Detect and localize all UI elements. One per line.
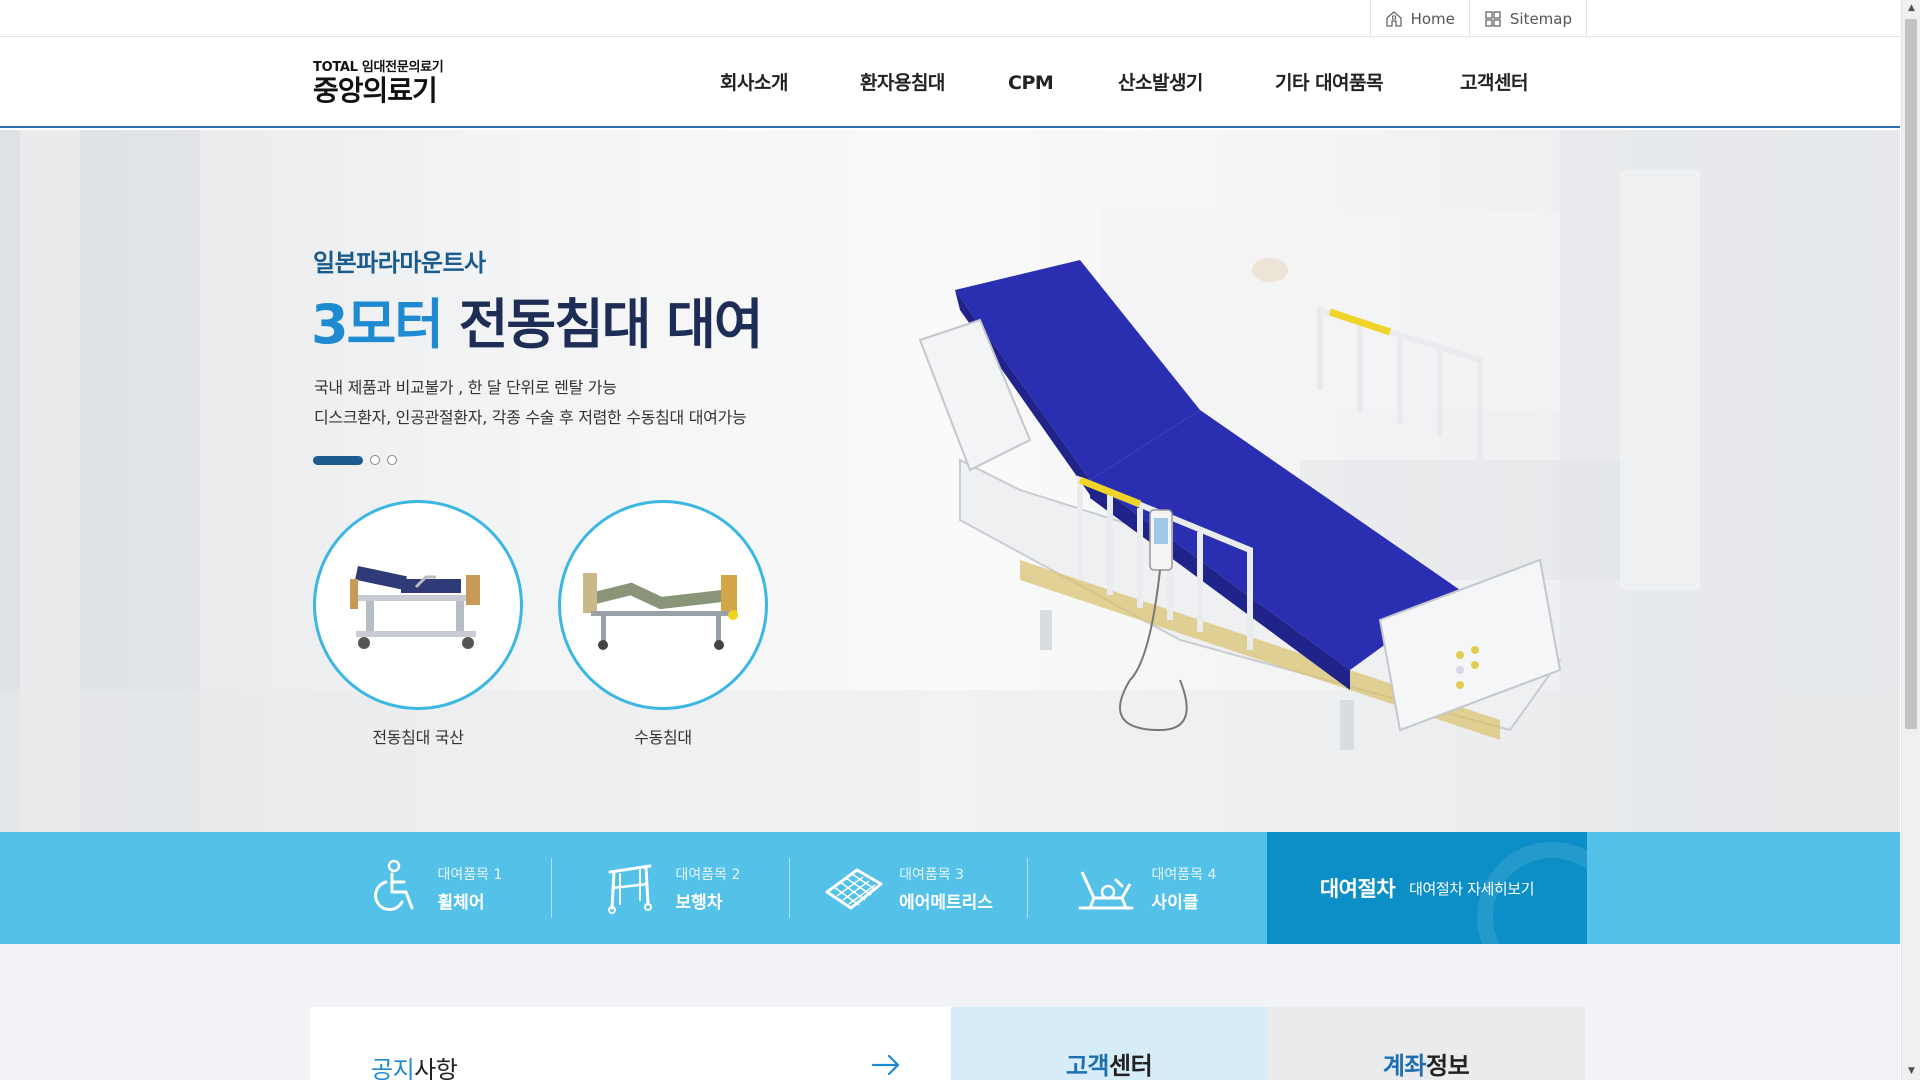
bank-info-box[interactable]: 계좌정보 xyxy=(1267,1007,1585,1080)
customer-center-box[interactable]: 고객센터 xyxy=(951,1007,1267,1080)
site-logo[interactable]: TOTAL 임대전문의료기 중앙의료기 xyxy=(313,56,444,107)
home-icon xyxy=(1385,10,1402,27)
hero-title-accent: 3모터 xyxy=(311,293,444,356)
nav-item-customer-center[interactable]: 고객센터 xyxy=(1460,38,1560,128)
rental-procedure-button[interactable]: 대여절차 대여절차 자세히보기 xyxy=(1267,832,1587,944)
main-nav: 회사소개 환자용침대 CPM 산소발생기 기타 대여품목 고객센터 xyxy=(720,38,1560,128)
rental-item-cycle[interactable]: 대여품목 4 사이클 xyxy=(1027,832,1265,944)
hero-title: 3모터 전동침대 대여 xyxy=(311,280,764,359)
home-link-label: Home xyxy=(1410,9,1455,28)
rental-item-4-number: 대여품목 4 xyxy=(1151,866,1217,883)
rental-item-3-name: 에어메트리스 xyxy=(899,892,993,913)
slide-dot-2[interactable] xyxy=(370,455,380,465)
arrow-right-icon[interactable] xyxy=(871,1053,901,1077)
rental-item-walker[interactable]: 대여품목 2 보행차 xyxy=(551,832,789,944)
rental-item-2-name: 보행차 xyxy=(675,892,723,913)
slide-dot-1[interactable] xyxy=(313,455,363,465)
slide-pagination xyxy=(313,455,397,465)
scroll-down-icon[interactable]: ▼ xyxy=(1902,1063,1920,1080)
notice-title-accent: 공지 xyxy=(371,1056,415,1080)
utility-links: Home Sitemap xyxy=(1369,0,1587,37)
hero-title-rest: 전동침대 대여 xyxy=(441,293,764,356)
nav-item-oxygen[interactable]: 산소발생기 xyxy=(1118,38,1275,128)
bank-info-title: 계좌정보 xyxy=(1267,1046,1585,1080)
walker-icon xyxy=(607,864,652,914)
scrollbar-thumb[interactable] xyxy=(1905,19,1917,729)
procedure-detail-link[interactable]: 대여절차 자세히보기 xyxy=(1409,878,1534,899)
site-header: TOTAL 임대전문의료기 중앙의료기 회사소개 환자용침대 CPM 산소발생기… xyxy=(0,38,1900,128)
nav-item-company[interactable]: 회사소개 xyxy=(720,38,860,128)
nav-item-patient-bed[interactable]: 환자용침대 xyxy=(860,38,1008,128)
sitemap-link-label: Sitemap xyxy=(1509,9,1572,28)
sitemap-link[interactable]: Sitemap xyxy=(1470,0,1587,37)
hero-subtitle: 일본파라마운트사 xyxy=(313,249,486,277)
bank-title-rest: 정보 xyxy=(1426,1052,1470,1080)
hero-desc-line-2: 디스크환자, 인공관절환자, 각종 수술 후 저렴한 수동침대 대여가능 xyxy=(314,408,747,427)
procedure-title: 대여절차 xyxy=(1319,877,1396,901)
rental-item-1-number: 대여품목 1 xyxy=(437,866,503,883)
slide-dot-3[interactable] xyxy=(387,455,397,465)
thumb-electric-bed-circle xyxy=(313,500,523,710)
rental-item-1-name: 휠체어 xyxy=(437,892,485,913)
nav-item-cpm[interactable]: CPM xyxy=(1008,38,1118,128)
page-scrollbar[interactable]: ▲ ▼ xyxy=(1901,0,1920,1080)
rental-item-4-name: 사이클 xyxy=(1151,892,1199,913)
thumb-manual-bed[interactable]: 수동침대 xyxy=(558,500,768,748)
rental-items-band: 대여품목 1 휠체어 대여품목 2 보행차 대여품목 3 에어메트리스 대여품목… xyxy=(0,832,1900,944)
rental-item-3-number: 대여품목 3 xyxy=(899,866,964,883)
wheelchair-icon xyxy=(373,859,414,912)
logo-tagline: TOTAL 임대전문의료기 xyxy=(313,60,444,75)
home-link[interactable]: Home xyxy=(1371,0,1470,37)
thumb-manual-bed-label: 수동침대 xyxy=(634,728,692,747)
bottom-section: 공지사항 고객센터 계좌정보 xyxy=(0,944,1900,1080)
hero-bed-image xyxy=(918,260,1562,750)
manual-bed-image xyxy=(583,573,738,650)
thumb-electric-bed[interactable]: 전동침대 국산 xyxy=(313,500,523,748)
rental-item-wheelchair[interactable]: 대여품목 1 휠체어 xyxy=(313,832,551,944)
cs-title-rest: 센터 xyxy=(1109,1052,1153,1080)
cs-title-accent: 고객 xyxy=(1065,1052,1110,1080)
page: Home Sitemap TOTAL 임대전문의료기 중앙의료기 회사소개 환자… xyxy=(0,0,1920,1080)
hero-description: 국내 제품과 비교불가 , 한 달 단위로 렌탈 가능 디스크환자, 인공관절환… xyxy=(314,373,747,433)
notice-box: 공지사항 xyxy=(310,1007,951,1080)
notice-title: 공지사항 xyxy=(371,1050,458,1080)
nav-item-other-rentals[interactable]: 기타 대여품목 xyxy=(1275,38,1460,128)
logo-name: 중앙의료기 xyxy=(313,74,438,107)
thumb-electric-bed-label: 전동침대 국산 xyxy=(372,728,464,747)
hero-banner: 일본파라마운트사 3모터 전동침대 대여 국내 제품과 비교불가 , 한 달 단… xyxy=(0,130,1900,832)
sitemap-icon xyxy=(1485,10,1501,27)
cycle-icon xyxy=(1078,871,1134,910)
thumb-manual-bed-circle xyxy=(558,500,768,710)
air-mattress-icon xyxy=(825,868,883,910)
rental-item-2-number: 대여품목 2 xyxy=(675,866,741,883)
notice-title-rest: 사항 xyxy=(414,1056,458,1080)
electric-bed-image xyxy=(350,565,480,649)
customer-center-title: 고객센터 xyxy=(951,1046,1267,1080)
rental-item-air-mattress[interactable]: 대여품목 3 에어메트리스 xyxy=(789,832,1027,944)
scroll-up-icon[interactable]: ▲ xyxy=(1902,0,1920,17)
utility-bar: Home Sitemap xyxy=(0,0,1900,37)
rental-items-list: 대여품목 1 휠체어 대여품목 2 보행차 대여품목 3 에어메트리스 대여품목… xyxy=(313,832,1587,944)
bank-title-accent: 계좌 xyxy=(1382,1052,1427,1080)
hero-desc-line-1: 국내 제품과 비교불가 , 한 달 단위로 렌탈 가능 xyxy=(314,378,617,397)
